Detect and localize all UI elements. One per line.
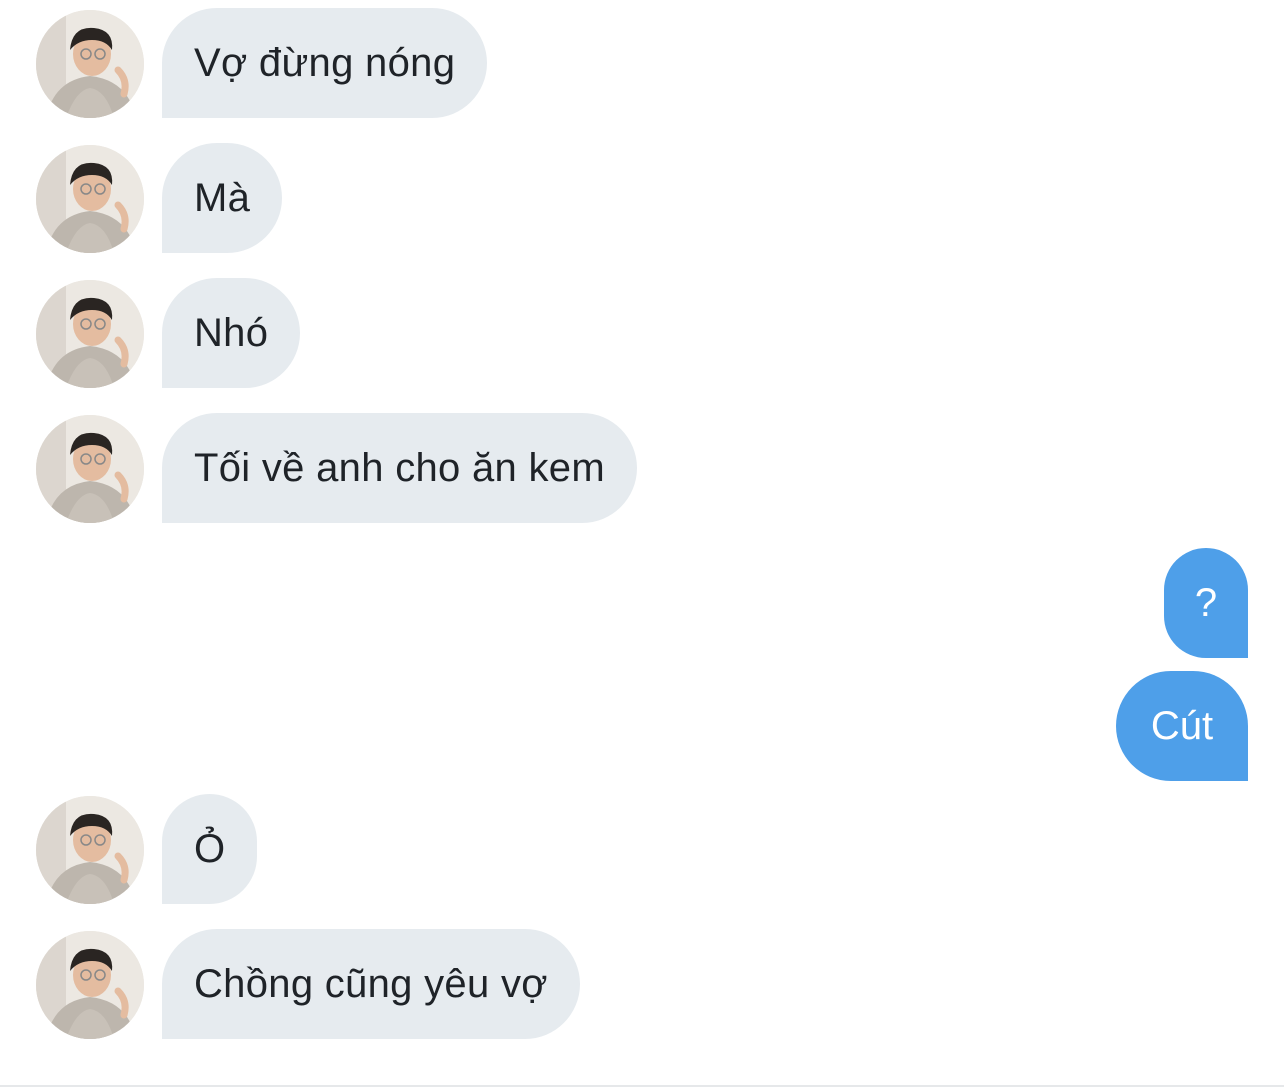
avatar[interactable] — [36, 280, 144, 388]
incoming-message-bubble[interactable]: Ỏ — [162, 794, 258, 904]
incoming-message-bubble[interactable]: Tối về anh cho ăn kem — [162, 413, 637, 523]
divider — [0, 1085, 1284, 1087]
avatar-icon — [36, 10, 144, 118]
avatar-icon — [36, 796, 144, 904]
avatar-icon — [36, 280, 144, 388]
outgoing-message-bubble[interactable]: Cút — [1116, 671, 1248, 781]
incoming-message-bubble[interactable]: Nhó — [162, 278, 301, 388]
incoming-message-bubble[interactable]: Mà — [162, 143, 283, 253]
avatar[interactable] — [36, 10, 144, 118]
avatar-icon — [36, 931, 144, 1039]
incoming-message-bubble[interactable]: Vợ đừng nóng — [162, 8, 488, 118]
outgoing-message-bubble[interactable]: ? — [1164, 548, 1248, 658]
avatar[interactable] — [36, 415, 144, 523]
avatar-icon — [36, 415, 144, 523]
avatar[interactable] — [36, 145, 144, 253]
incoming-message-bubble[interactable]: Chồng cũng yêu vợ — [162, 929, 580, 1039]
avatar[interactable] — [36, 931, 144, 1039]
avatar-icon — [36, 145, 144, 253]
avatar[interactable] — [36, 796, 144, 904]
